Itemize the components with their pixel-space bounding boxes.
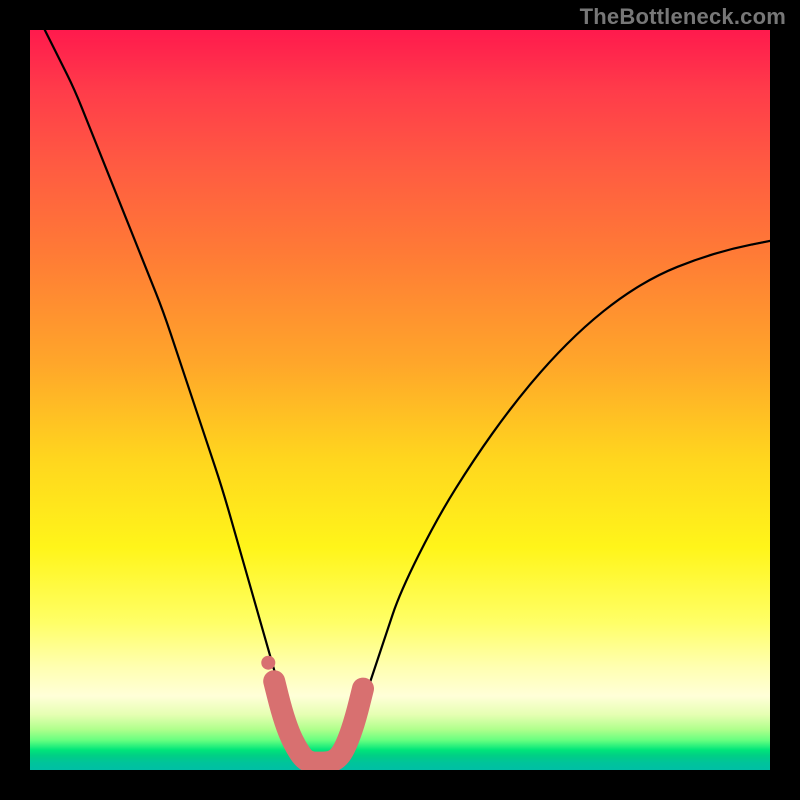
- highlight-region: [261, 656, 363, 763]
- highlight-path: [274, 681, 363, 762]
- curve-layer: [30, 30, 770, 770]
- plot-area: [30, 30, 770, 770]
- highlight-dot: [261, 656, 275, 670]
- chart-frame: TheBottleneck.com: [0, 0, 800, 800]
- attribution-text: TheBottleneck.com: [580, 4, 786, 30]
- bottleneck-curve-path: [45, 30, 770, 764]
- bottleneck-curve: [45, 30, 770, 764]
